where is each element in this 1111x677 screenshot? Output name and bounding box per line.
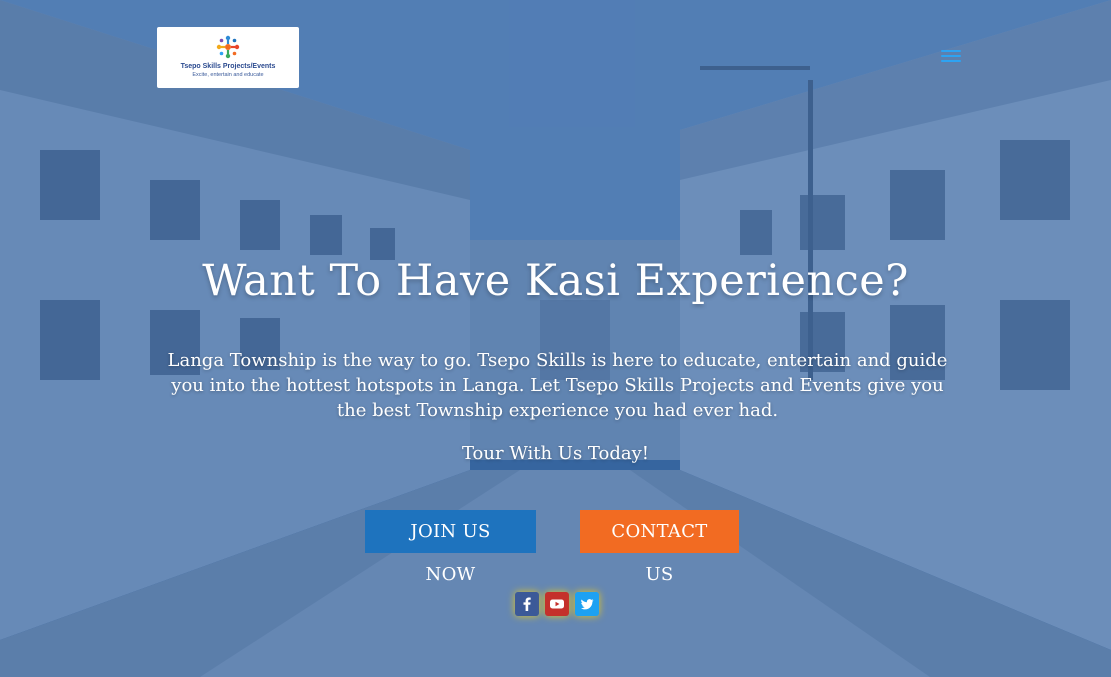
social-links xyxy=(515,592,599,616)
logo-people-icon xyxy=(216,35,240,59)
hero-background xyxy=(0,0,1111,677)
twitter-icon[interactable] xyxy=(575,592,599,616)
contact-us-button[interactable]: CONTACT US xyxy=(580,510,739,585)
site-logo[interactable]: Tsepo Skills Projects/Events Excite, ent… xyxy=(157,27,299,88)
youtube-icon[interactable] xyxy=(545,592,569,616)
blue-overlay xyxy=(0,0,1111,677)
hero-cta-line: Tour With Us Today! xyxy=(461,443,650,464)
facebook-icon[interactable] xyxy=(515,592,539,616)
hero-headline: Want To Have Kasi Experience? xyxy=(202,256,909,306)
join-us-button[interactable]: JOIN US NOW xyxy=(365,510,536,585)
hamburger-icon[interactable] xyxy=(941,50,961,64)
hero-intro: Langa Township is the way to go. Tsepo S… xyxy=(167,350,948,421)
logo-title: Tsepo Skills Projects/Events xyxy=(180,63,276,70)
logo-tagline: Excite, entertain and educate xyxy=(192,72,264,78)
